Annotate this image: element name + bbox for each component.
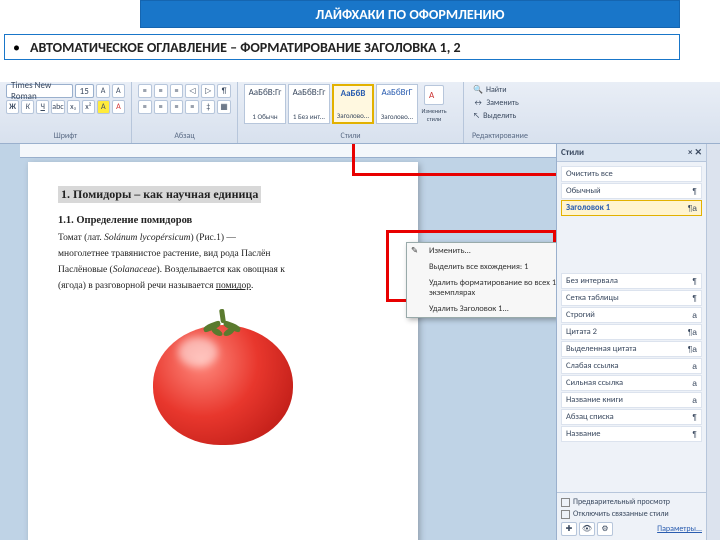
styles-pane: Стили × ✕ Очистить все Обычный¶ Заголово…: [556, 144, 706, 540]
style-list-item[interactable]: Обычный¶: [561, 183, 702, 199]
style-list-item[interactable]: Слабая ссылкаа: [561, 358, 702, 374]
slide-title: ЛАЙФХАКИ ПО ОФОРМЛЕНИЮ: [140, 0, 680, 28]
style-list-item[interactable]: Цитата 2¶а: [561, 324, 702, 340]
style-list-item[interactable]: Сетка таблицы¶: [561, 290, 702, 306]
align-center-button[interactable]: ≡: [154, 100, 168, 114]
show-marks-button[interactable]: ¶: [217, 84, 231, 98]
style-heading1[interactable]: АаБбВЗаголово...: [332, 84, 374, 124]
ctx-modify[interactable]: ✎Изменить...: [407, 243, 556, 259]
indent-inc-button[interactable]: ▷: [201, 84, 215, 98]
doc-line-4[interactable]: (ягода) в разговорной речи называется по…: [58, 278, 388, 294]
tomato-stem-icon: [203, 313, 243, 338]
font-color-button[interactable]: A: [112, 100, 125, 114]
group-font-label: Шрифт: [6, 131, 125, 143]
subscript-button[interactable]: x₂: [67, 100, 80, 114]
style-list-item[interactable]: Выделенная цитата¶а: [561, 341, 702, 357]
style-inspector-button[interactable]: 👁: [579, 522, 595, 536]
ribbon: Times New Roman 15 A A Ж К Ч abc x₂ x² A…: [0, 82, 720, 144]
italic-button[interactable]: К: [21, 100, 34, 114]
group-styles-label: Стили: [244, 131, 457, 143]
find-button[interactable]: 🔍Найти: [470, 84, 530, 96]
preview-checkbox[interactable]: Предварительный просмотр: [561, 497, 702, 507]
indent-dec-button[interactable]: ◁: [185, 84, 199, 98]
pane-footer: Предварительный просмотр Отключить связа…: [557, 492, 706, 540]
style-list-item-selected[interactable]: Заголовок 1¶а: [561, 200, 702, 216]
change-styles-button[interactable]: A: [424, 85, 444, 105]
doc-heading-2[interactable]: 1.1. Определение помидоров: [58, 215, 388, 226]
options-link[interactable]: Параметры...: [657, 524, 702, 534]
underline-button[interactable]: Ч: [36, 100, 49, 114]
style-context-menu: ✎Изменить... Выделить все вхождения: 1 У…: [406, 242, 556, 318]
modify-icon: ✎: [411, 246, 423, 258]
search-icon: 🔍: [473, 85, 483, 95]
justify-button[interactable]: ≡: [185, 100, 199, 114]
annotation-box-1: [352, 144, 556, 176]
style-nospacing[interactable]: АаБбВ:Гг1 Без инт...: [288, 84, 330, 124]
shrink-font-button[interactable]: A: [112, 84, 125, 98]
disable-linked-checkbox[interactable]: Отключить связанные стили: [561, 509, 702, 519]
ctx-remove-format[interactable]: Удалить форматирование во всех 1 экземпл…: [407, 275, 556, 301]
cursor-icon: ↖: [473, 111, 480, 121]
style-list-item[interactable]: Абзац списка¶: [561, 409, 702, 425]
bullet-icon: •: [13, 39, 20, 56]
doc-line-1[interactable]: Томат (лат. Solánum lycopérsicum) (Рис.1…: [58, 230, 388, 246]
style-clear-all[interactable]: Очистить все: [561, 166, 702, 182]
style-list-item[interactable]: Название¶: [561, 426, 702, 442]
tomato-image: [148, 307, 298, 447]
font-name-select[interactable]: Times New Roman: [6, 84, 73, 98]
pane-close-button[interactable]: × ✕: [688, 147, 702, 158]
doc-heading-1[interactable]: 1. Помидоры – как научная единица: [58, 186, 261, 203]
align-left-button[interactable]: ≡: [138, 100, 152, 114]
line-spacing-button[interactable]: ‡: [201, 100, 215, 114]
style-heading2[interactable]: АаБбВгГЗаголово...: [376, 84, 418, 124]
ctx-select-all[interactable]: Выделить все вхождения: 1: [407, 259, 556, 275]
change-styles-label: Изменить стили: [420, 107, 448, 123]
svg-text:A: A: [429, 90, 435, 100]
ctx-delete-style[interactable]: Удалить Заголовок 1...: [407, 301, 556, 317]
bullets-button[interactable]: ≡: [138, 84, 152, 98]
replace-button[interactable]: ↔Заменить: [470, 97, 530, 109]
new-style-button[interactable]: ✚: [561, 522, 577, 536]
style-list-item[interactable]: Без интервала¶: [561, 273, 702, 289]
align-right-button[interactable]: ≡: [170, 100, 184, 114]
style-list-item[interactable]: Сильная ссылкаа: [561, 375, 702, 391]
bold-button[interactable]: Ж: [6, 100, 19, 114]
doc-line-2[interactable]: многолетнее травянистое растение, вид ро…: [58, 246, 388, 262]
slide-subtitle-bar: • АВТОМАТИЧЕСКОЕ ОГЛАВЛЕНИЕ – ФОРМАТИРОВ…: [4, 34, 680, 60]
document-area[interactable]: 1. Помидоры – как научная единица 1.1. О…: [0, 144, 556, 540]
style-list-item[interactable]: Название книгиа: [561, 392, 702, 408]
pane-title: Стили: [561, 147, 584, 158]
group-para-label: Абзац: [138, 131, 231, 143]
multilevel-button[interactable]: ≡: [170, 84, 184, 98]
group-edit-label: Редактирование: [470, 131, 530, 143]
document-page[interactable]: 1. Помидоры – как научная единица 1.1. О…: [28, 162, 418, 540]
replace-icon: ↔: [473, 98, 483, 108]
font-size-select[interactable]: 15: [75, 84, 95, 98]
doc-line-3[interactable]: Паслёновые (Solanaceae). Возделывается к…: [58, 262, 388, 278]
select-button[interactable]: ↖Выделить: [470, 110, 530, 122]
highlight-button[interactable]: A: [97, 100, 110, 114]
manage-styles-button[interactable]: ⚙: [597, 522, 613, 536]
slide-subtitle: АВТОМАТИЧЕСКОЕ ОГЛАВЛЕНИЕ – ФОРМАТИРОВАН…: [30, 39, 461, 56]
shading-button[interactable]: ▦: [217, 100, 231, 114]
grow-font-button[interactable]: A: [96, 84, 109, 98]
vertical-scrollbar[interactable]: [706, 144, 720, 540]
style-normal[interactable]: АаБбВ:Гг1 Обычн: [244, 84, 286, 124]
numbering-button[interactable]: ≡: [154, 84, 168, 98]
superscript-button[interactable]: x²: [82, 100, 95, 114]
word-window: Times New Roman 15 A A Ж К Ч abc x₂ x² A…: [0, 82, 720, 540]
style-list-item[interactable]: Строгийа: [561, 307, 702, 323]
strike-button[interactable]: abc: [51, 100, 64, 114]
letter-a-icon: A: [429, 90, 439, 100]
